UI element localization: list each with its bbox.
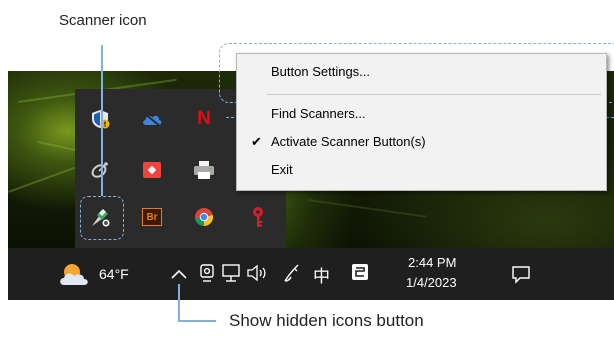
pen-tray-icon[interactable] xyxy=(282,262,304,286)
menu-item-label: Button Settings... xyxy=(271,64,371,79)
weather-widget[interactable]: 64°F xyxy=(58,258,148,290)
network-icon xyxy=(222,264,240,282)
cloud-sync-icon[interactable] xyxy=(141,108,163,130)
satellite-icon[interactable] xyxy=(89,159,111,181)
adobe-bridge-icon[interactable]: Br xyxy=(141,206,163,228)
menu-separator xyxy=(267,94,601,95)
netflix-icon[interactable]: N xyxy=(193,108,215,130)
network-tray-icon[interactable] xyxy=(221,263,243,285)
speaker-icon xyxy=(247,264,266,282)
netflix-glyph: N xyxy=(197,108,211,129)
menu-item-label: Activate Scanner Button(s) xyxy=(271,134,426,149)
ime-language-indicator[interactable]: 中 xyxy=(313,262,330,287)
camera-icon xyxy=(200,264,214,282)
weather-temperature: 64°F xyxy=(99,266,129,282)
notification-icon xyxy=(512,266,530,284)
menu-item-find-scanners[interactable]: Find Scanners... xyxy=(237,102,606,126)
taskbar: 64°F 中 2:44 PM 1/4/2023 xyxy=(8,248,614,300)
scanner-icon-annotation: Scanner icon xyxy=(59,12,147,29)
notification-center-button[interactable] xyxy=(508,261,534,287)
adobe-bridge-tile: Br xyxy=(142,208,162,226)
security-shield-icon[interactable] xyxy=(89,108,111,130)
clock[interactable]: 2:44 PM 1/4/2023 xyxy=(398,254,478,294)
scanner-leader-line xyxy=(101,45,103,196)
anydesk-icon[interactable] xyxy=(141,159,163,181)
chevron-up-icon xyxy=(171,269,187,279)
menu-item-activate-scanner-buttons[interactable]: ✔ Activate Scanner Button(s) xyxy=(237,130,606,154)
adobe-bridge-glyph: Br xyxy=(146,211,158,223)
ime-mode-tray-icon[interactable] xyxy=(350,262,372,284)
clock-time: 2:44 PM xyxy=(408,255,457,270)
hidden-icons-leader-vertical xyxy=(178,284,180,321)
chrome-icon[interactable] xyxy=(193,206,215,228)
printer-icon[interactable] xyxy=(193,159,215,181)
menu-item-exit[interactable]: Exit xyxy=(237,158,606,182)
ime-mode-icon xyxy=(352,264,368,280)
scanner-icon-highlight xyxy=(80,196,124,240)
pen-icon xyxy=(284,264,299,282)
menu-item-label: Find Scanners... xyxy=(271,106,366,121)
volume-tray-icon[interactable] xyxy=(246,263,270,285)
weather-partly-cloudy-icon xyxy=(60,264,88,285)
menu-item-label: Exit xyxy=(271,162,293,177)
menu-item-button-settings[interactable]: Button Settings... xyxy=(237,60,606,84)
scanner-context-menu: Button Settings... Find Scanners... ✔ Ac… xyxy=(236,53,607,191)
hidden-icons-annotation: Show hidden icons button xyxy=(229,311,424,330)
clock-date: 1/4/2023 xyxy=(406,275,457,290)
key-icon[interactable] xyxy=(247,206,269,228)
hidden-icons-leader-horizontal xyxy=(178,320,216,322)
checkmark-icon: ✔ xyxy=(251,134,262,149)
webcam-tray-icon[interactable] xyxy=(199,263,217,285)
